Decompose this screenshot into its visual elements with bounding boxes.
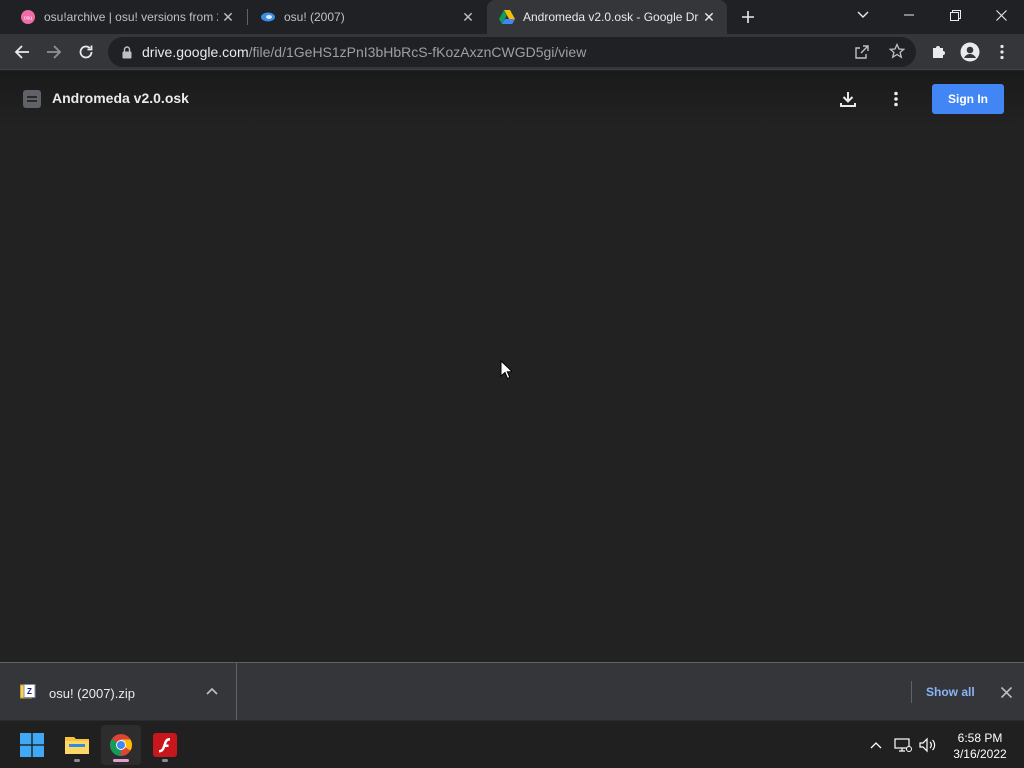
- google-drive-icon: [499, 9, 515, 25]
- network-status-button[interactable]: [893, 733, 913, 757]
- url-host: drive.google.com: [142, 44, 249, 60]
- chevron-down-icon: [857, 11, 869, 18]
- share-icon[interactable]: [854, 44, 870, 65]
- wing-favicon-icon: [260, 9, 276, 25]
- windows-logo-icon: [20, 733, 44, 757]
- profile-avatar-icon: [960, 42, 980, 62]
- kebab-menu-icon: [894, 91, 898, 107]
- puzzle-icon: [933, 46, 945, 58]
- kebab-menu-icon: [1000, 44, 1004, 60]
- taskbar-file-explorer[interactable]: [57, 725, 97, 765]
- zip-file-icon: Z: [20, 684, 36, 699]
- mouse-cursor-icon: [500, 359, 514, 385]
- download-button[interactable]: [836, 87, 860, 111]
- chevron-up-icon: [206, 687, 218, 695]
- clock-time: 6:58 PM: [957, 731, 1003, 745]
- show-hidden-icons-button[interactable]: [866, 733, 886, 757]
- download-shelf: Z osu! (2007).zip Show all: [0, 662, 1024, 720]
- volume-button[interactable]: [918, 733, 938, 757]
- speaker-icon: [919, 737, 936, 753]
- url-path: /file/d/1GeHS1zPnI3bHbRcS-fKozAxznCWGD5g…: [248, 44, 587, 60]
- tab-close-icon[interactable]: ✕: [458, 7, 478, 27]
- viewer-header: Andromeda v2.0.osk Sign In: [0, 71, 1024, 127]
- back-button[interactable]: [8, 38, 36, 66]
- download-options-button[interactable]: [204, 683, 220, 699]
- shelf-divider: [911, 681, 912, 703]
- start-button[interactable]: [12, 725, 52, 765]
- tab-title: osu! (2007): [284, 10, 345, 24]
- tab-osu-archive[interactable]: osu osu!archive | osu! versions from 2 ✕: [8, 0, 246, 34]
- address-bar[interactable]: drive.google.com/file/d/1GeHS1zPnI3bHbRc…: [108, 37, 916, 67]
- file-name: Andromeda v2.0.osk: [52, 90, 189, 106]
- close-window-button[interactable]: [978, 0, 1024, 30]
- restore-button[interactable]: [932, 0, 978, 30]
- new-tab-button[interactable]: [736, 5, 760, 29]
- sign-in-button[interactable]: Sign In: [932, 84, 1004, 114]
- svg-text:Z: Z: [27, 687, 32, 696]
- tab-title: Andromeda v2.0.osk - Google Dr: [523, 10, 699, 24]
- minimize-button[interactable]: [886, 0, 932, 30]
- flash-player-icon: [153, 733, 177, 757]
- taskbar-flash-player[interactable]: [145, 725, 185, 765]
- forward-button[interactable]: [40, 38, 68, 66]
- close-icon: [1000, 686, 1012, 698]
- clock-date: 3/16/2022: [953, 747, 1007, 761]
- chevron-up-icon: [870, 742, 882, 749]
- taskbar-clock[interactable]: 6:58 PM 3/16/2022: [944, 730, 1016, 762]
- drive-file-viewer: Andromeda v2.0.osk Sign In: [0, 71, 1024, 662]
- close-icon: [995, 9, 1007, 21]
- minimize-icon: [904, 14, 914, 16]
- running-indicator: [74, 759, 80, 762]
- tab-osu-2007[interactable]: osu! (2007) ✕: [248, 0, 486, 34]
- taskbar-chrome[interactable]: [101, 725, 141, 765]
- reload-button[interactable]: [72, 38, 100, 66]
- restore-icon: [949, 9, 961, 21]
- tab-close-icon[interactable]: ✕: [218, 7, 238, 27]
- plus-icon: [742, 11, 754, 23]
- folder-icon: [65, 737, 89, 754]
- tab-search-button[interactable]: [840, 0, 886, 30]
- show-all-downloads-link[interactable]: Show all: [926, 685, 975, 699]
- svg-text:osu: osu: [24, 16, 32, 22]
- windows-taskbar: 6:58 PM 3/16/2022: [0, 720, 1024, 768]
- tab-google-drive[interactable]: Andromeda v2.0.osk - Google Dr ✕: [487, 0, 727, 34]
- download-item[interactable]: Z osu! (2007).zip: [0, 663, 237, 720]
- forward-arrow-icon: [47, 45, 62, 59]
- bookmark-star-icon[interactable]: [888, 42, 906, 64]
- lock-icon[interactable]: [120, 45, 134, 59]
- chrome-menu-button[interactable]: [988, 38, 1016, 66]
- download-icon: [840, 92, 856, 107]
- file-type-icon: [23, 90, 41, 108]
- tab-close-icon[interactable]: ✕: [699, 7, 719, 27]
- running-indicator: [162, 759, 168, 762]
- profile-button[interactable]: [956, 38, 984, 66]
- browser-toolbar: drive.google.com/file/d/1GeHS1zPnI3bHbRc…: [0, 34, 1024, 70]
- url-text: drive.google.com/file/d/1GeHS1zPnI3bHbRc…: [142, 44, 586, 60]
- tab-strip: osu osu!archive | osu! versions from 2 ✕…: [0, 0, 1024, 34]
- reload-icon: [79, 45, 93, 59]
- download-file-name: osu! (2007).zip: [49, 686, 135, 701]
- osu-favicon-icon: osu: [20, 9, 36, 25]
- active-indicator: [113, 759, 129, 762]
- network-icon: [894, 738, 912, 752]
- extensions-button[interactable]: [924, 38, 952, 66]
- close-shelf-button[interactable]: [997, 683, 1015, 701]
- chrome-icon: [110, 734, 132, 756]
- back-arrow-icon: [14, 45, 29, 59]
- more-actions-button[interactable]: [884, 87, 908, 111]
- tab-title: osu!archive | osu! versions from 2: [44, 10, 218, 24]
